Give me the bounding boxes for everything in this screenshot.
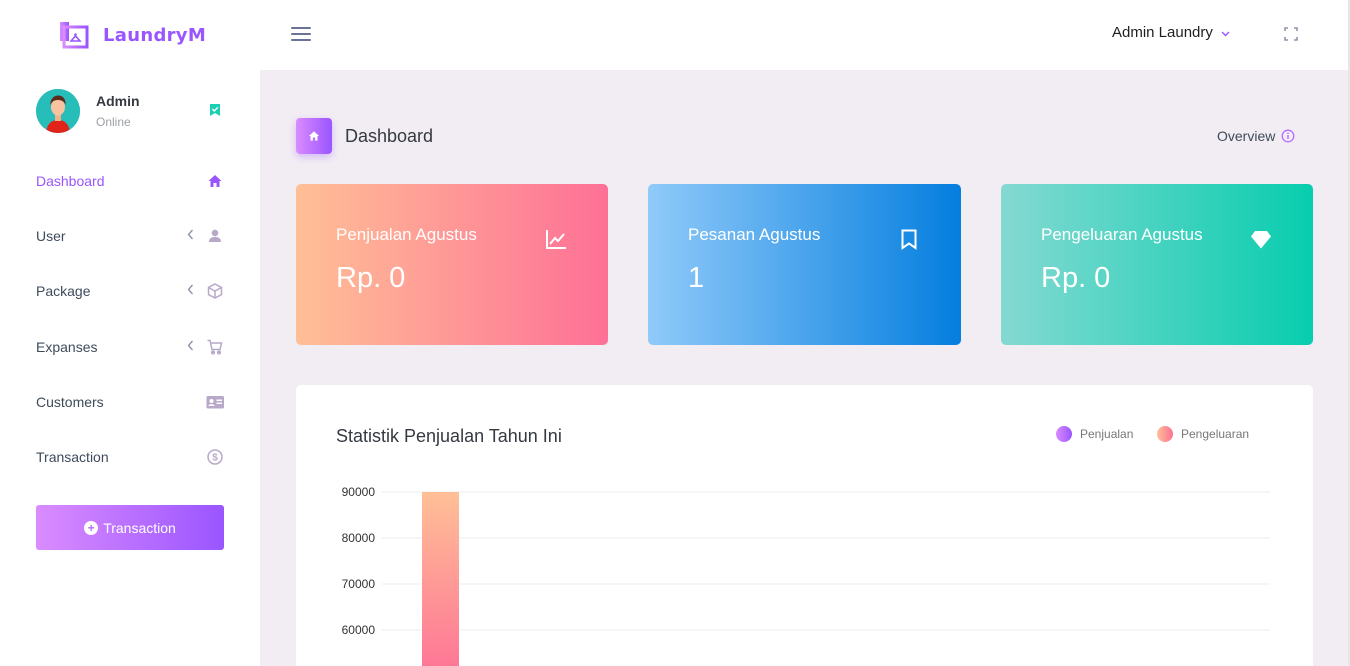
diamond-icon <box>1250 228 1272 250</box>
profile-status: Online <box>96 115 131 129</box>
info-circle-icon <box>1281 129 1295 143</box>
expenses-card: Pengeluaran Agustus Rp. 0 <box>1001 184 1313 345</box>
sales-card: Penjualan Agustus Rp. 0 <box>296 184 608 345</box>
brand-name: LaundryM <box>103 24 207 46</box>
home-icon <box>206 172 224 190</box>
sidebar-item-transaction[interactable]: Transaction $ <box>36 442 224 472</box>
chart-bar[interactable] <box>422 492 459 666</box>
y-tick-label: 80000 <box>342 531 376 545</box>
verified-bookmark-icon <box>208 103 222 117</box>
top-navbar: Admin Laundry <box>260 0 1350 70</box>
card-label: Pengeluaran Agustus <box>1041 225 1203 244</box>
y-tick-label: 70000 <box>342 577 376 591</box>
chevron-left-icon <box>187 340 194 354</box>
id-card-icon <box>206 393 224 411</box>
avatar <box>36 89 80 133</box>
svg-text:$: $ <box>212 453 218 464</box>
sidebar-item-expanses[interactable]: Expanses <box>36 332 224 362</box>
overview-label: Overview <box>1217 128 1276 144</box>
user-menu[interactable]: Admin Laundry <box>1112 24 1230 41</box>
sidebar-item-label: Transaction <box>36 449 109 465</box>
sidebar-item-label: Package <box>36 283 91 299</box>
sidebar-item-package[interactable]: Package <box>36 276 224 306</box>
card-value: Rp. 0 <box>1041 262 1111 294</box>
card-value: Rp. 0 <box>336 262 406 294</box>
sidebar-item-label: Expanses <box>36 339 98 355</box>
sales-chart-card: Statistik Penjualan Tahun Ini Penjualan … <box>296 385 1313 666</box>
sidebar-item-dashboard[interactable]: Dashboard <box>36 166 224 196</box>
user-icon <box>206 227 224 245</box>
package-icon <box>206 282 224 300</box>
sidebar: Admin Online Dashboard User Package Expa… <box>0 70 260 666</box>
sidebar-item-label: Customers <box>36 394 104 410</box>
page-title: Dashboard <box>345 126 434 146</box>
chevron-left-icon <box>187 284 194 298</box>
cart-icon <box>206 338 224 356</box>
sidebar-item-label: Dashboard <box>36 173 105 189</box>
laundry-logo-icon <box>59 21 89 49</box>
bar-chart: 90000 80000 70000 60000 <box>342 485 1270 666</box>
page-header: Dashboard Overview <box>296 118 1313 154</box>
sidebar-item-customers[interactable]: Customers <box>36 387 224 417</box>
menu-toggle-icon[interactable] <box>291 27 311 41</box>
overview-link[interactable]: Overview <box>1217 128 1295 144</box>
y-tick-label: 90000 <box>342 485 376 499</box>
profile-name: Admin <box>96 93 140 109</box>
line-chart-icon <box>545 228 567 250</box>
chevron-down-icon <box>1221 28 1230 40</box>
card-value: 1 <box>688 262 705 294</box>
add-transaction-label: Transaction <box>103 519 176 536</box>
orders-card: Pesanan Agustus 1 <box>648 184 961 345</box>
plus-circle-icon: + <box>84 520 99 535</box>
sidebar-item-user[interactable]: User <box>36 221 224 251</box>
brand[interactable]: LaundryM <box>0 0 260 70</box>
sidebar-item-label: User <box>36 228 66 244</box>
fullscreen-icon[interactable] <box>1284 27 1298 41</box>
add-transaction-button[interactable]: + Transaction <box>36 505 224 550</box>
home-icon <box>296 118 332 154</box>
card-label: Penjualan Agustus <box>336 225 477 244</box>
y-tick-label: 60000 <box>342 623 376 637</box>
card-label: Pesanan Agustus <box>688 225 821 244</box>
dollar-icon: $ <box>206 448 224 466</box>
profile[interactable]: Admin Online <box>36 89 226 135</box>
chevron-left-icon <box>187 229 194 243</box>
user-menu-label: Admin Laundry <box>1112 24 1213 41</box>
bookmark-icon <box>898 228 920 250</box>
